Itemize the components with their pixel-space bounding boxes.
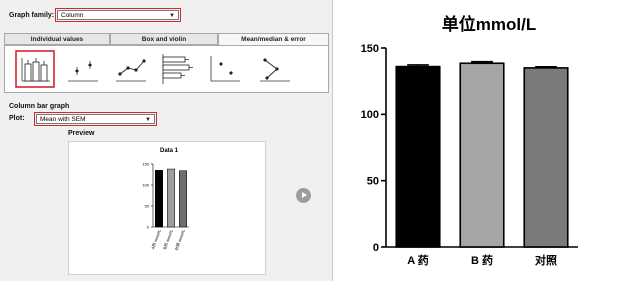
preview-label: Preview: [68, 130, 95, 137]
chevron-down-icon: ▼: [145, 117, 151, 123]
y-tick-label: 0: [147, 224, 150, 229]
thumbnail-scatter-mean[interactable]: [205, 50, 245, 88]
section-label: Column bar graph: [9, 103, 70, 110]
y-tick-label: 50: [145, 203, 150, 208]
play-icon[interactable]: [296, 188, 311, 203]
bar-3: [523, 67, 569, 248]
thumbnail-horizontal-bar[interactable]: [157, 50, 197, 88]
y-tick-label: 50: [367, 176, 379, 188]
chart-plot-area: 0 50 100 150 A 药 B 药 对照: [361, 43, 578, 267]
thumbnail-dot-mean[interactable]: [63, 50, 103, 88]
dot-mean-icon: [68, 61, 98, 82]
y-tick-label: 100: [361, 109, 379, 121]
graph-type-dialog: Graph family: Column ▼ Individual values…: [0, 0, 333, 281]
tab-individual-values[interactable]: Individual values: [4, 33, 110, 45]
chevron-down-icon: ▼: [169, 13, 175, 19]
tab-box-and-violin[interactable]: Box and violin: [110, 33, 218, 45]
preview-panel: Data 1 0 50 100 150 A药 mmol/L B药 mmol/L 对照 mmo…: [68, 141, 266, 275]
x-tick-label: 对照: [535, 253, 557, 267]
plot-select[interactable]: Mean with SEM ▼: [36, 114, 155, 124]
x-tick-label: A药 mmol/L: [149, 228, 162, 250]
graph-type-gallery: [4, 45, 329, 93]
x-tick-label: 对照 mmol/L: [173, 228, 187, 252]
bar-1: [155, 170, 163, 228]
preview-chart-title: Data 1: [160, 148, 179, 154]
y-tick-label: 150: [142, 161, 149, 166]
y-tick-label: 100: [142, 182, 149, 187]
x-tick-label: B 药: [471, 253, 493, 267]
line-mean-icon: [116, 59, 146, 82]
plot-label: Plot:: [9, 115, 25, 122]
bar-with-error-icon: [15, 50, 55, 88]
thumbnail-line-mean[interactable]: [111, 50, 151, 88]
graph-family-label: Graph family:: [9, 12, 55, 19]
connected-mean-icon: [260, 58, 290, 82]
graph-family-select[interactable]: Column ▼: [57, 10, 179, 20]
graph-family-value: Column: [61, 12, 84, 19]
bar-3: [179, 170, 187, 228]
bar-1: [395, 65, 441, 248]
bar-2: [167, 168, 175, 228]
y-tick-label: 150: [361, 43, 379, 55]
bar-2: [459, 62, 505, 248]
horizontal-bar-icon: [162, 54, 193, 84]
preview-chart: Data 1 0 50 100 150 A药 mmol/L B药 mmol/L 对照 mmo…: [142, 148, 189, 252]
bar-chart: 单位mmol/L 0 50 100 150 A 药B 药对照: [338, 0, 640, 281]
scatter-mean-icon: [210, 56, 240, 82]
thumbnail-bar-with-error[interactable]: [15, 50, 55, 88]
x-tick-label: A 药: [407, 253, 429, 267]
plot-value: Mean with SEM: [40, 116, 86, 123]
y-tick-label: 0: [373, 242, 379, 254]
x-tick-label: B药 mmol/L: [161, 228, 174, 250]
thumbnail-connected-mean[interactable]: [255, 50, 295, 88]
